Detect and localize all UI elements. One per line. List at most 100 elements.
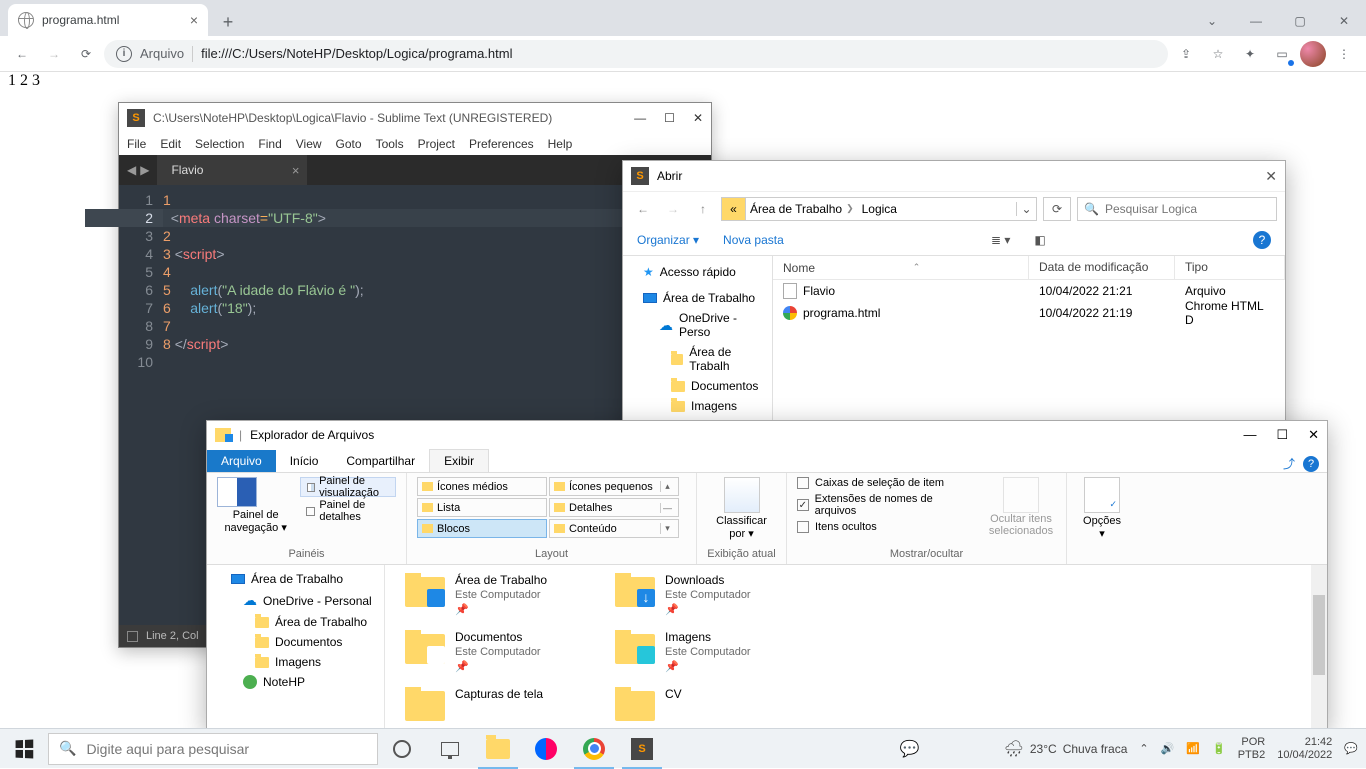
notifications-icon[interactable]: 💬 (1344, 742, 1358, 755)
view-icon[interactable]: ≣ ▾ (991, 233, 1010, 247)
tree-item[interactable]: Documentos (623, 376, 772, 396)
menu-file[interactable]: File (127, 137, 146, 151)
tab-view[interactable]: Exibir (429, 449, 489, 472)
folder-tile[interactable]: DocumentosEste Computador📌 (405, 630, 615, 675)
tab-file[interactable]: Arquivo (207, 450, 276, 472)
menu-edit[interactable]: Edit (160, 137, 181, 151)
chrome-taskbar-icon[interactable] (570, 729, 618, 769)
share-icon[interactable]: ⇪ (1172, 40, 1200, 68)
menu-selection[interactable]: Selection (195, 137, 244, 151)
minimize-icon[interactable]: — (1234, 6, 1278, 36)
weather-widget[interactable]: 🌧 23°C Chuva fraca (1004, 739, 1128, 759)
menu-find[interactable]: Find (258, 137, 281, 151)
meet-now-icon[interactable]: 💬 (900, 739, 920, 759)
close-icon[interactable]: ✕ (1265, 168, 1277, 185)
sort-button[interactable]: Classificar por ▾ (707, 515, 776, 540)
close-icon[interactable]: ✕ (1322, 6, 1366, 36)
folder-tile[interactable]: ↓DownloadsEste Computador📌 (615, 573, 825, 618)
app-taskbar-icon[interactable] (522, 729, 570, 769)
layout-medium[interactable]: Ícones médios (417, 477, 547, 496)
chk-selection[interactable]: Caixas de seleção de item (797, 477, 972, 489)
tree-item[interactable]: Área de Trabalho (207, 612, 384, 632)
col-date[interactable]: Data de modificação (1029, 256, 1175, 279)
menu-goto[interactable]: Goto (336, 137, 362, 151)
close-tab-icon[interactable]: × (292, 163, 300, 178)
close-icon[interactable]: ✕ (693, 111, 703, 125)
nav-pane-button[interactable]: Painel de navegação ▾ (217, 509, 294, 534)
back-button[interactable]: ← (8, 40, 36, 68)
up-button[interactable]: ↑ (691, 197, 715, 221)
menu-tools[interactable]: Tools (376, 137, 404, 151)
menu-project[interactable]: Project (418, 137, 455, 151)
back-button[interactable]: ← (631, 197, 655, 221)
sublime-taskbar-icon[interactable]: S (618, 729, 666, 769)
details-pane-button[interactable]: Painel de detalhes (300, 501, 396, 521)
minimize-icon[interactable]: — (634, 111, 646, 125)
explorer-titlebar[interactable]: | Explorador de Arquivos — ☐ ✕ (207, 421, 1327, 449)
preview-pane-button[interactable]: Painel de visualização (300, 477, 396, 497)
tree-onedrive[interactable]: ☁OneDrive - Perso (623, 308, 772, 342)
path-dropdown-icon[interactable]: ⌄ (1016, 202, 1036, 216)
tree-desktop[interactable]: Área de Trabalho (623, 288, 772, 308)
organize-button[interactable]: Organizar ▾ (637, 233, 699, 247)
sublime-titlebar[interactable]: S C:\Users\NoteHP\Desktop\Logica\Flavio … (119, 103, 711, 133)
profile-avatar[interactable] (1300, 41, 1326, 67)
status-box-icon[interactable] (127, 631, 138, 642)
taskbar-search[interactable]: 🔍 Digite aqui para pesquisar (48, 733, 378, 765)
preview-pane-icon[interactable]: ◧ (1034, 233, 1045, 247)
col-name[interactable]: Nome⌃ (773, 256, 1029, 279)
extensions-icon[interactable]: ✦ (1236, 40, 1264, 68)
tree-item[interactable]: Imagens (623, 396, 772, 416)
minimize-ribbon-icon[interactable]: ⤴ (1283, 455, 1295, 472)
close-icon[interactable]: ✕ (1308, 427, 1319, 443)
layout-list[interactable]: Lista (417, 498, 547, 517)
layout-details[interactable]: Detalhes— (549, 498, 679, 517)
tree-item[interactable]: Documentos (207, 632, 384, 652)
reading-list-icon[interactable]: ▭ (1268, 40, 1296, 68)
help-icon[interactable]: ? (1303, 456, 1319, 472)
scrollbar[interactable] (1311, 565, 1327, 729)
options-icon[interactable]: ✓ (1084, 477, 1120, 513)
chevron-down-icon[interactable]: ⌄ (1190, 6, 1234, 36)
tree-onedrive[interactable]: ☁OneDrive - Personal (207, 589, 384, 612)
language-indicator[interactable]: PORPTB2 (1238, 736, 1266, 762)
tree-user[interactable]: NoteHP (207, 672, 384, 692)
editor-tab[interactable]: Flavio × (157, 155, 307, 185)
volume-icon[interactable]: 🔊 (1161, 742, 1175, 755)
close-tab-icon[interactable]: × (190, 12, 198, 28)
new-tab-button[interactable]: + (214, 8, 242, 36)
folder-tile[interactable]: ImagensEste Computador📌 (615, 630, 825, 675)
col-type[interactable]: Tipo (1175, 256, 1285, 279)
start-button[interactable] (0, 729, 48, 769)
dialog-titlebar[interactable]: S Abrir ✕ (623, 161, 1285, 191)
forward-button[interactable]: → (661, 197, 685, 221)
browser-tab[interactable]: programa.html × (8, 4, 208, 36)
layout-small[interactable]: Ícones pequenos▴ (549, 477, 679, 496)
wifi-icon[interactable]: 📶 (1186, 742, 1200, 755)
reload-button[interactable]: ⟳ (72, 40, 100, 68)
file-area[interactable]: Área de TrabalhoEste Computador📌↓Downloa… (385, 565, 1327, 729)
menu-view[interactable]: View (296, 137, 322, 151)
bookmark-icon[interactable]: ☆ (1204, 40, 1232, 68)
omnibox[interactable]: i Arquivo file:///C:/Users/NoteHP/Deskto… (104, 40, 1168, 68)
search-field[interactable]: 🔍 Pesquisar Logica (1077, 197, 1277, 221)
new-folder-button[interactable]: Nova pasta (723, 233, 784, 247)
menu-preferences[interactable]: Preferences (469, 137, 534, 151)
chk-hidden[interactable]: Itens ocultos (797, 521, 972, 533)
maximize-icon[interactable]: ☐ (1276, 427, 1288, 443)
tab-next-icon[interactable]: ▶ (140, 163, 149, 177)
file-row[interactable]: programa.html 10/04/2022 21:19 Chrome HT… (773, 302, 1285, 324)
folder-tile[interactable]: Área de TrabalhoEste Computador📌 (405, 573, 615, 618)
tree-desktop[interactable]: Área de Trabalho (207, 569, 384, 589)
forward-button[interactable]: → (40, 40, 68, 68)
task-view-icon[interactable] (426, 729, 474, 769)
tab-share[interactable]: Compartilhar (332, 450, 429, 472)
clock[interactable]: 21:4210/04/2022 (1277, 736, 1332, 762)
help-icon[interactable]: ? (1253, 231, 1271, 249)
nav-pane-icon[interactable] (217, 477, 257, 507)
layout-content[interactable]: Conteúdo▾ (549, 519, 679, 538)
tree-item[interactable]: Área de Trabalh (623, 342, 772, 376)
cortana-icon[interactable] (378, 729, 426, 769)
minimize-icon[interactable]: — (1243, 427, 1256, 443)
chk-extensions[interactable]: ✓Extensões de nomes de arquivos (797, 493, 972, 517)
